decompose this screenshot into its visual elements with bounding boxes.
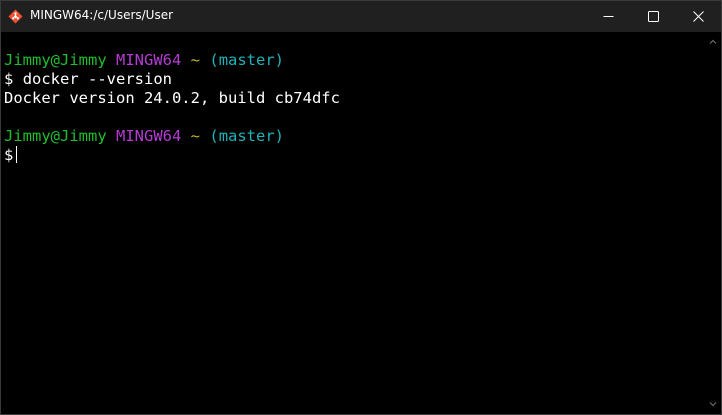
prompt-line: Jimmy@Jimmy MINGW64 ~ (master) [4,51,707,70]
output-text: Docker version 24.0.2, build cb74dfc [4,89,340,107]
prompt-user-host: Jimmy@Jimmy [4,51,107,69]
prompt-git-branch: (master) [209,51,285,69]
scroll-up-arrow-icon[interactable] [709,38,717,46]
close-button[interactable] [675,1,721,32]
prompt-git-branch: (master) [209,127,285,145]
vertical-scrollbar[interactable] [706,32,720,414]
minimize-button[interactable] [585,1,631,32]
input-line[interactable]: $ [4,146,707,165]
text-cursor [16,146,18,163]
prompt-symbol: $ [4,70,14,88]
command-text: docker --version [22,70,172,88]
prompt-system: MINGW64 [116,51,182,69]
command-line: $ docker --version [4,70,707,89]
close-icon [692,11,704,22]
command-output: Docker version 24.0.2, build cb74dfc [4,89,707,108]
maximize-icon [647,11,659,22]
git-bash-app-icon [8,9,23,24]
window-title: MINGW64:/c/Users/User [30,8,174,22]
prompt-system: MINGW64 [116,127,182,145]
maximize-button[interactable] [630,1,676,32]
prompt-path: ~ [190,51,201,69]
prompt-line: Jimmy@Jimmy MINGW64 ~ (master) [4,127,707,146]
title-bar[interactable]: MINGW64:/c/Users/User [1,1,721,32]
prompt-path: ~ [190,127,201,145]
scroll-down-arrow-icon[interactable] [709,400,717,408]
terminal-output-area[interactable]: Jimmy@Jimmy MINGW64 ~ (master) $ docker … [1,32,707,414]
prompt-user-host: Jimmy@Jimmy [4,127,107,145]
terminal-window: MINGW64:/c/Users/User Jimmy@Jimmy MINGW6… [0,0,722,415]
prompt-symbol: $ [4,146,14,164]
minimize-icon [603,16,613,17]
